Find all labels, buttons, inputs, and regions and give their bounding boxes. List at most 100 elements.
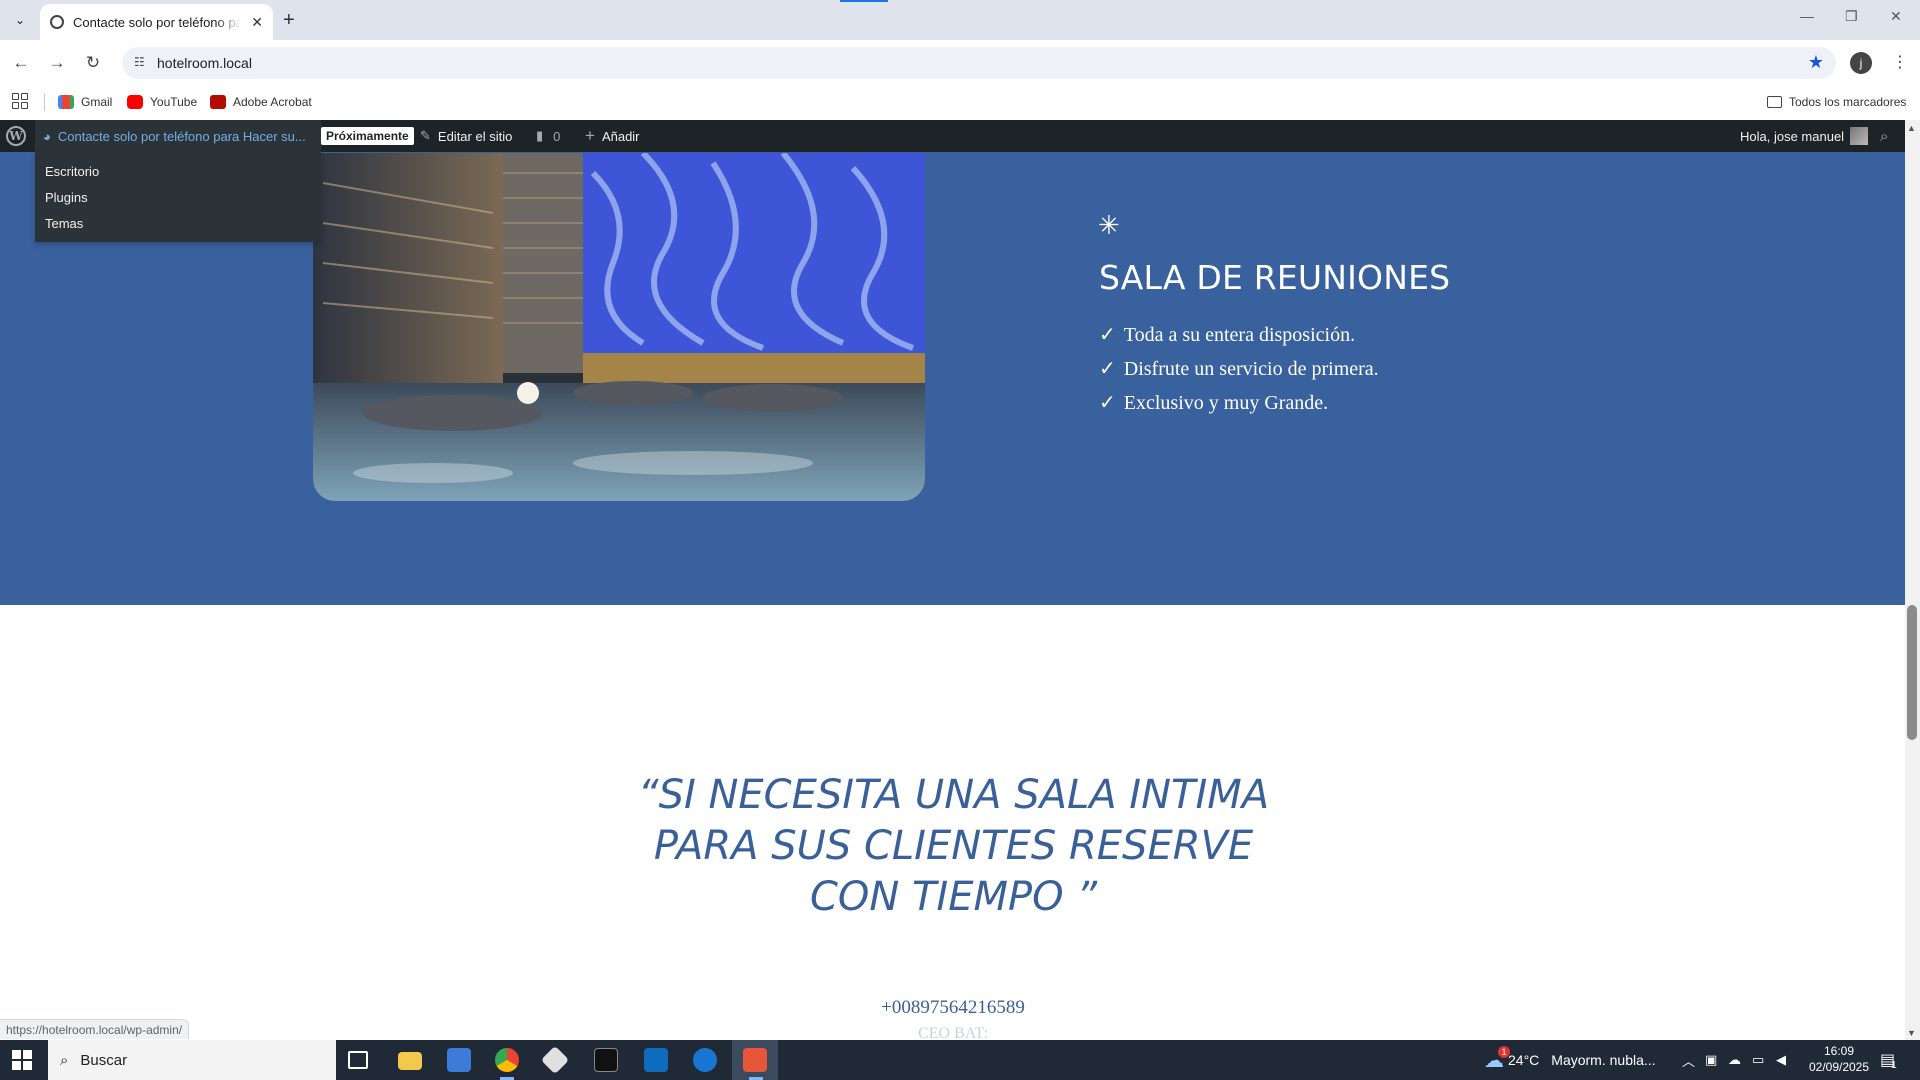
- dropdown-item-temas[interactable]: Temas: [45, 216, 83, 231]
- tab-search-chevron-icon[interactable]: ⌄: [8, 8, 32, 32]
- globe-icon: [50, 15, 64, 29]
- hotel-lobby-image: [313, 153, 925, 501]
- search-icon: ⌕: [60, 1051, 69, 1069]
- reload-icon[interactable]: ↻: [81, 51, 105, 75]
- tray-show-hidden-icon[interactable]: ︿: [1682, 1040, 1695, 1080]
- all-bookmarks-label: Todos los marcadores: [1789, 95, 1907, 109]
- check-icon: ✓: [1099, 392, 1116, 414]
- greeting-label: Hola, jose manuel: [1740, 128, 1845, 144]
- weather-temp: 24°C: [1508, 1052, 1540, 1068]
- brush-icon: ✎: [420, 128, 431, 143]
- windows-start-icon[interactable]: [12, 1050, 32, 1070]
- scroll-down-icon[interactable]: ▼: [1907, 1028, 1916, 1038]
- scroll-up-icon[interactable]: ▲: [1907, 123, 1916, 133]
- bookmark-label: Adobe Acrobat: [233, 95, 312, 109]
- bookmark-gmail[interactable]: Gmail: [58, 91, 112, 113]
- apps-grid-icon[interactable]: [12, 93, 28, 109]
- feature-item: ✓ Disfrute un servicio de primera.: [1099, 356, 1379, 390]
- weather-desc: Mayorm. nubla...: [1551, 1052, 1656, 1068]
- page-scrollbar[interactable]: [1905, 120, 1920, 1040]
- feature-text: Toda a su entera disposición.: [1123, 324, 1356, 346]
- user-avatar: [1850, 127, 1869, 145]
- profile-avatar[interactable]: j: [1850, 52, 1872, 74]
- bookmark-adobe-acrobat[interactable]: Adobe Acrobat: [210, 91, 312, 113]
- coming-soon-badge[interactable]: Próximamente: [321, 120, 414, 152]
- onedrive-icon[interactable]: ☁: [1728, 1040, 1741, 1080]
- feature-text: Exclusivo y muy Grande.: [1123, 392, 1329, 414]
- dropdown-item-plugins[interactable]: Plugins: [45, 190, 88, 205]
- address-bar[interactable]: ☷ hotelroom.local ★: [122, 47, 1836, 79]
- wordpress-icon: W: [6, 126, 26, 146]
- comment-icon: ▮: [536, 128, 544, 143]
- tab-title: Contacte solo por teléfono para Hacer su…: [73, 14, 241, 30]
- status-bar-url: https://hotelroom.local/wp-admin/: [0, 1019, 190, 1039]
- tab-close-icon[interactable]: ✕: [251, 14, 263, 31]
- plus-icon: +: [585, 126, 595, 145]
- edge-icon[interactable]: [693, 1048, 717, 1072]
- gmail-icon: [58, 95, 74, 109]
- quote-line: CON TIEMPO ”: [809, 874, 1098, 920]
- task-view-icon[interactable]: [348, 1051, 368, 1069]
- tab-loading-indicator: [840, 0, 888, 2]
- bookmark-youtube[interactable]: YouTube: [127, 91, 197, 113]
- edit-site-label: Editar el sitio: [437, 128, 513, 144]
- restore-icon[interactable]: ❐: [1845, 8, 1858, 25]
- outlook-icon[interactable]: [644, 1048, 668, 1072]
- hero-title: SALA DE REUNIONES: [1099, 258, 1451, 297]
- contact-phone: +00897564216589: [881, 997, 1025, 1018]
- meet-now-icon[interactable]: ▣: [1705, 1040, 1717, 1080]
- all-bookmarks[interactable]: Todos los marcadores: [1767, 91, 1906, 113]
- comments-count: 0: [553, 128, 561, 144]
- dashboard-icon: ◕: [43, 128, 51, 144]
- notifications-icon[interactable]: ▤ 1: [1880, 1040, 1897, 1080]
- bookmark-label: Gmail: [81, 95, 113, 109]
- quote-line: PARA SUS CLIENTES RESERVE: [653, 823, 1254, 869]
- minimize-icon[interactable]: —: [1800, 8, 1814, 24]
- acrobat-icon: [210, 95, 226, 109]
- taskbar-search[interactable]: ⌕ Buscar: [48, 1040, 336, 1080]
- microsoft-store-icon[interactable]: [447, 1048, 471, 1072]
- file-explorer-icon[interactable]: [398, 1052, 422, 1070]
- coming-soon-label: Próximamente: [321, 127, 414, 145]
- comments-link[interactable]: ▮ 0: [536, 120, 560, 152]
- clock-time: 16:09: [1823, 1044, 1855, 1058]
- bookmark-star-icon[interactable]: ★: [1808, 52, 1824, 73]
- add-new-menu[interactable]: + Añadir: [585, 120, 640, 152]
- dropdown-item-escritorio[interactable]: Escritorio: [45, 164, 99, 179]
- clock-date: 02/09/2025: [1808, 1060, 1870, 1074]
- network-icon[interactable]: ▭: [1752, 1040, 1764, 1080]
- site-info-icon[interactable]: ☷: [134, 55, 145, 69]
- system-clock[interactable]: 16:09 02/09/2025: [1804, 1043, 1874, 1075]
- folder-icon: [1767, 96, 1782, 108]
- site-name-menu[interactable]: ◕ Contacte solo por teléfono para Hacer …: [35, 120, 321, 152]
- scrollbar-thumb[interactable]: [1907, 605, 1917, 740]
- close-window-icon[interactable]: ✕: [1890, 8, 1902, 25]
- feature-item: ✓ Toda a su entera disposición.: [1099, 322, 1379, 356]
- weather-widget[interactable]: ☁ 1 24°C Mayorm. nubla...: [1484, 1040, 1656, 1080]
- back-icon[interactable]: ←: [9, 51, 33, 75]
- edit-site-link[interactable]: ✎ Editar el sitio: [420, 120, 512, 152]
- wp-admin-bar: W ◕ Contacte solo por teléfono para Hace…: [0, 120, 1920, 152]
- feature-item: ✓ Exclusivo y muy Grande.: [1099, 390, 1379, 424]
- admin-search-icon[interactable]: ⌕: [1880, 120, 1888, 152]
- my-account-menu[interactable]: Hola, jose manuel: [1740, 120, 1869, 152]
- site-name-label: Contacte solo por teléfono para Hacer su…: [57, 128, 306, 144]
- contact-role: CEO BAT:: [918, 1025, 988, 1039]
- site-name-dropdown: Escritorio Plugins Temas: [35, 152, 321, 242]
- menu-kebab-icon[interactable]: ⋮: [1892, 52, 1908, 72]
- testimonial-quote: “SI NECESITA UNA SALA INTIMA PARA SUS CL…: [560, 770, 1347, 923]
- bookmark-label: YouTube: [150, 95, 198, 109]
- wp-logo-menu[interactable]: W: [6, 120, 26, 152]
- feature-list: ✓ Toda a su entera disposición. ✓ Disfrute…: [1099, 322, 1379, 424]
- notification-count: 1: [1891, 1059, 1897, 1071]
- volume-muted-icon[interactable]: ◀: [1776, 1040, 1786, 1080]
- check-icon: ✓: [1099, 324, 1116, 346]
- new-tab-button[interactable]: +: [283, 8, 295, 32]
- chrome-icon[interactable]: [495, 1048, 519, 1072]
- terminal-icon[interactable]: [594, 1048, 618, 1072]
- forward-icon[interactable]: →: [45, 51, 69, 75]
- filezilla-icon[interactable]: [743, 1048, 767, 1072]
- url-text[interactable]: hotelroom.local: [157, 55, 252, 71]
- search-placeholder: Buscar: [80, 1051, 128, 1069]
- browser-tab-active[interactable]: Contacte solo por teléfono para Hacer su…: [40, 4, 273, 40]
